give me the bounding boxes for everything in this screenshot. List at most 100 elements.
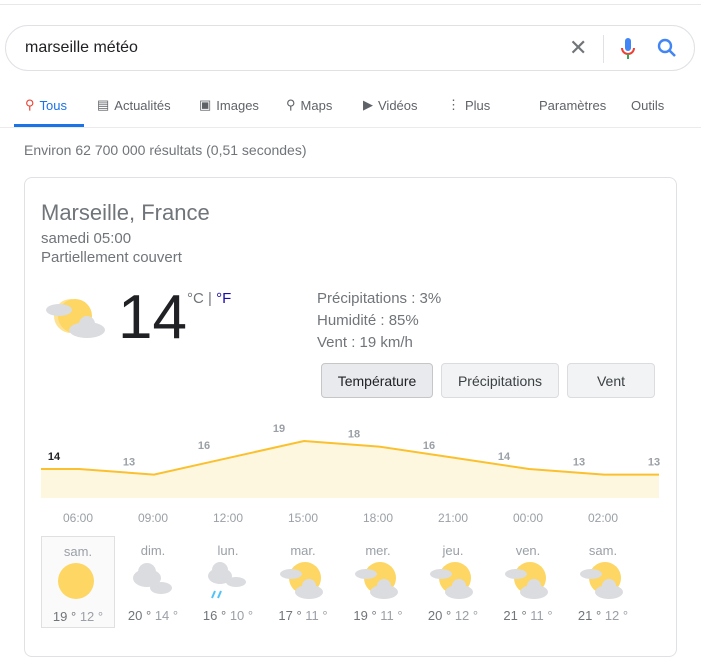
forecast-day[interactable]: ven. 21 ° 11 ° [491,536,565,628]
temperature-label: 19 [273,423,285,435]
time-label: 18:00 [363,511,394,525]
forecast-day[interactable]: jeu. 20 ° 12 ° [416,536,490,628]
datetime: samedi 05:00 [41,230,132,247]
day-name: sam. [63,544,93,559]
temperature-button[interactable]: Température [321,363,433,398]
high-temp: 16 ° [202,608,227,623]
map-pin-icon: ⚲ [286,97,296,112]
more-vert-icon: ⋮ [447,97,460,112]
day-name: sam. [588,543,618,558]
low-temp: 14 ° [154,608,179,623]
high-temp: 21 ° [503,608,527,623]
time-label: 09:00 [138,511,169,525]
tools-link[interactable]: Outils [631,96,664,114]
tab-actualites[interactable]: ▤ Actualités [97,96,171,114]
day-name: mar. [290,543,316,558]
temperature-label: 14 [498,451,511,463]
mic-icon[interactable] [620,37,636,61]
search-icon: ⚲ [25,97,35,112]
low-temp: 12 ° [454,608,479,623]
temperature-label: 13 [648,457,660,469]
temperature-chart: 14 13 16 19 18 16 14 13 13 [41,423,660,498]
search-box[interactable]: marseille météo ✕ [5,25,695,71]
result-stats: Environ 62 700 000 résultats (0,51 secon… [24,142,307,158]
tab-label: Images [216,97,259,113]
fahrenheit-toggle[interactable]: °F [216,290,231,307]
temperature-label: 13 [573,457,585,469]
high-temp: 20 ° [127,608,152,623]
forecast-day[interactable]: sam. 21 ° 12 ° [566,536,640,628]
forecast-day[interactable]: lun. 16 ° 10 ° [191,536,265,628]
high-temp: 19 ° [353,608,377,623]
forecast-day[interactable]: mar. 17 ° 11 ° [266,536,340,628]
tab-maps[interactable]: ⚲ Maps [286,96,332,114]
temperature-label: 16 [423,440,435,452]
play-icon: ▶ [363,97,373,112]
weather-card: Marseille, France samedi 05:00 Partiellem… [24,177,677,657]
current-temperature: 14 [118,283,187,352]
partly-cloudy-icon [580,562,623,599]
celsius-toggle[interactable]: °C [187,290,204,307]
settings-link[interactable]: Paramètres [539,96,606,114]
day-name: ven. [515,543,541,558]
high-temp: 21 ° [577,608,602,623]
low-temp: 12 ° [604,608,629,623]
high-temp: 19 ° [52,609,77,624]
high-temp: 17 ° [278,608,302,623]
low-temp: 12 ° [79,609,104,624]
tab-label: Tous [39,97,67,113]
day-name: jeu. [442,543,464,558]
tab-plus[interactable]: ⋮ Plus [447,96,490,114]
rain-icon [208,562,246,599]
tab-images[interactable]: ▣ Images [199,96,259,114]
search-icon[interactable] [656,37,678,59]
temperature-area [41,441,659,498]
divider [603,35,604,63]
time-label: 21:00 [438,511,469,525]
day-name: mer. [365,543,391,558]
active-tab-indicator [14,124,84,127]
low-temp: 11 ° [305,608,328,623]
wind: Vent : 19 km/h [317,334,413,351]
top-divider [0,4,701,5]
image-icon: ▣ [199,97,212,112]
high-temp: 20 ° [427,608,452,623]
precipitation: Précipitations : 3% [317,290,442,307]
temperature-label: 13 [123,457,135,469]
time-label: 00:00 [513,511,544,525]
humidity: Humidité : 85% [317,312,419,329]
partly-cloudy-icon [505,562,548,599]
temperature-label: 16 [198,440,210,452]
low-temp: 11 ° [530,608,553,623]
sunny-icon [58,563,94,599]
search-input[interactable]: marseille météo [25,39,138,57]
time-label: 06:00 [63,511,94,525]
temperature-label: 18 [348,429,360,441]
cloudy-icon [133,563,172,594]
news-icon: ▤ [97,97,110,112]
location: Marseille, France [41,200,210,225]
search-tabs: ⚲ Tous ▤ Actualités ▣ Images ⚲ Maps ▶ Vidéos … [0,96,701,128]
forecast-day[interactable]: dim. 20 ° 14 ° [116,536,190,628]
precipitation-button[interactable]: Précipitations [441,363,559,398]
low-temp: 11 ° [380,608,403,623]
time-label: 12:00 [213,511,244,525]
partly-cloudy-icon [355,562,398,599]
wind-button[interactable]: Vent [567,363,655,398]
time-label: 15:00 [288,511,319,525]
tab-tous[interactable]: ⚲ Tous [25,96,67,114]
tab-videos[interactable]: ▶ Vidéos [363,96,418,114]
close-icon[interactable]: ✕ [569,35,587,61]
tab-label: Actualités [114,97,171,113]
partly-cloudy-icon [280,562,323,599]
time-label: 02:00 [588,511,619,525]
condition: Partiellement couvert [41,249,182,266]
forecast-day[interactable]: sam. 19 ° 12 ° [41,536,115,628]
day-name: dim. [140,543,166,558]
tab-label: Maps [300,97,333,113]
unit-separator: | [203,290,217,307]
temperature-label: 14 [48,451,61,463]
tab-label: Vidéos [378,97,418,113]
day-name: lun. [217,543,239,558]
forecast-day[interactable]: mer. 19 ° 11 ° [341,536,415,628]
